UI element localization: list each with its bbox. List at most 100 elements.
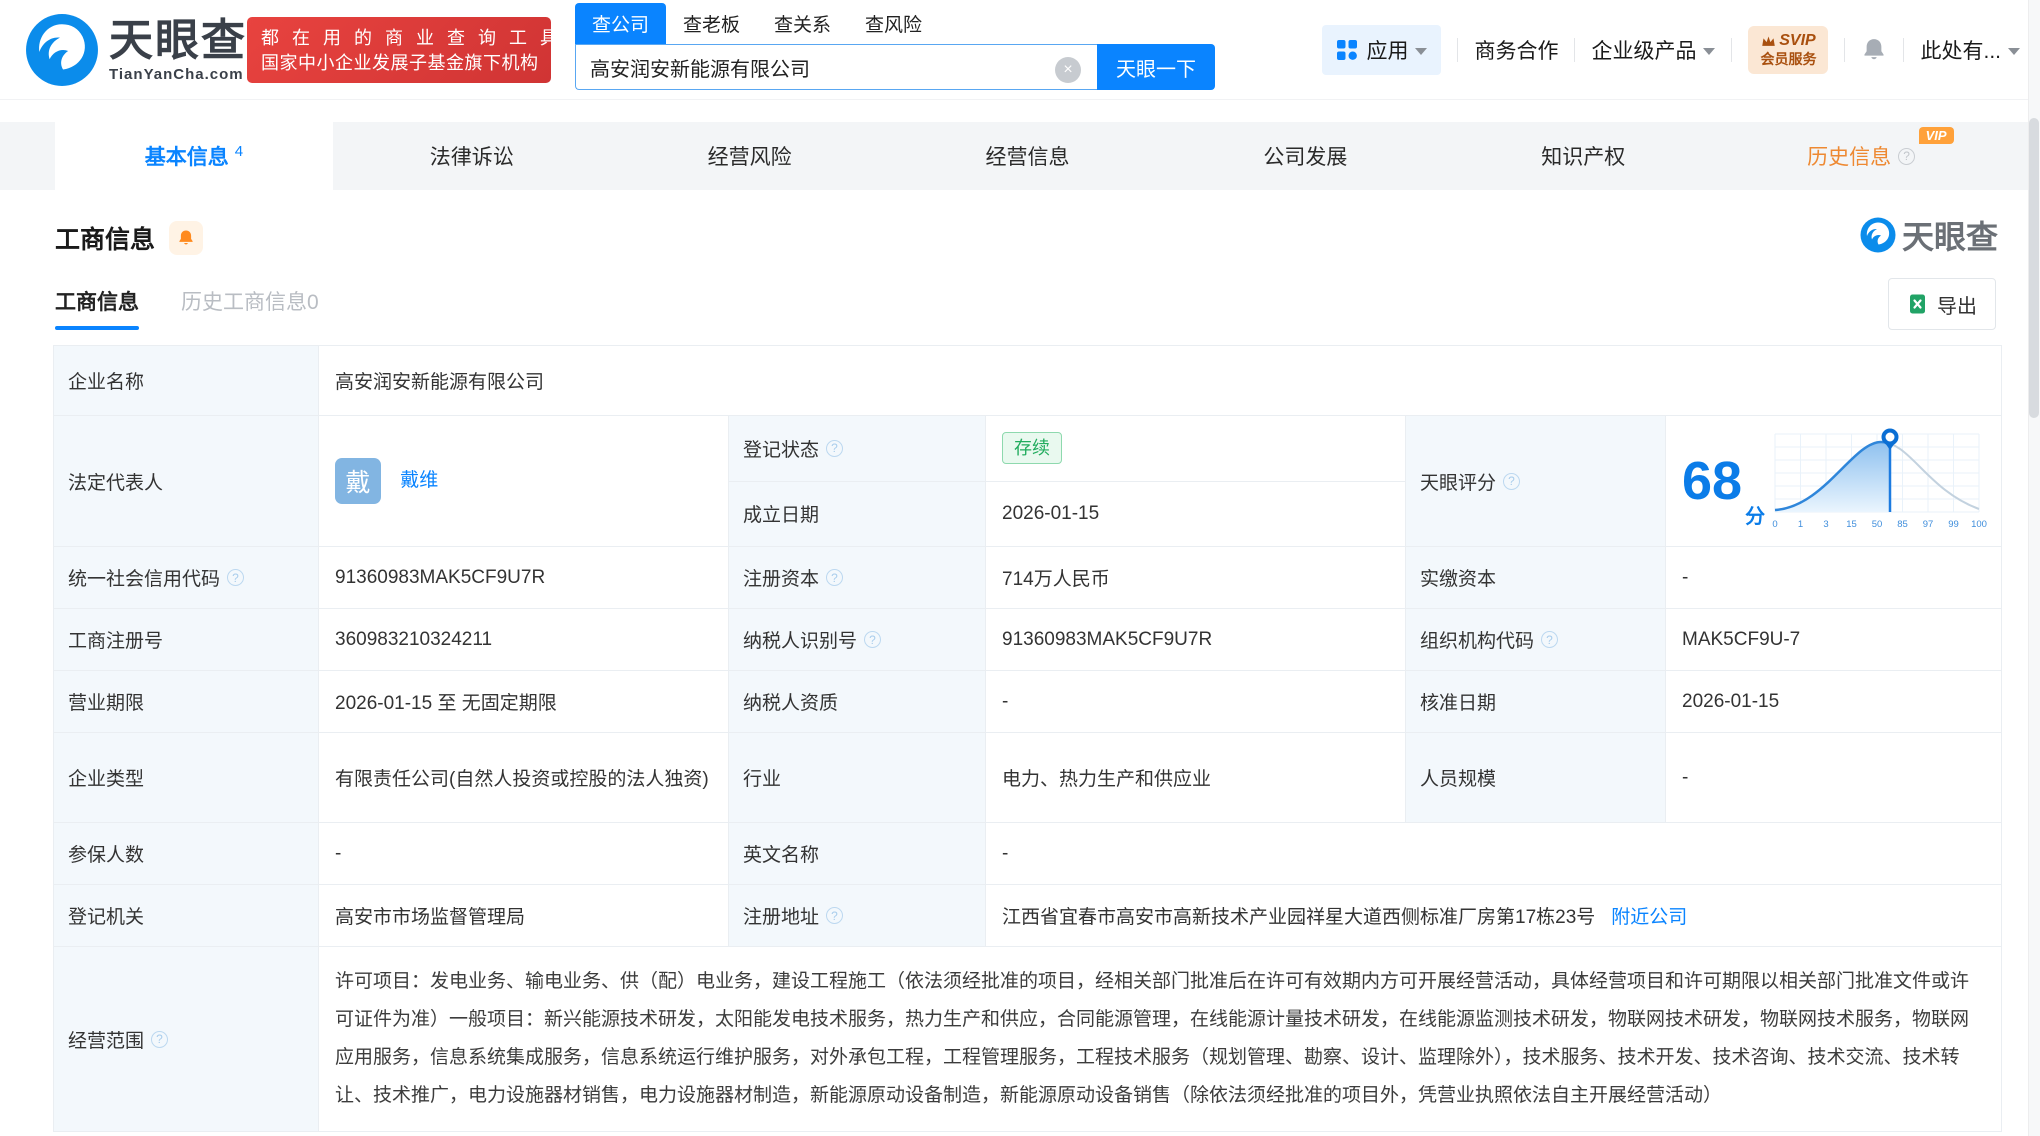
svip-membership-badge[interactable]: SVIP 会员服务 [1748, 26, 1829, 74]
field-label: 营业期限 [53, 670, 319, 733]
svg-text:100: 100 [1971, 519, 1987, 530]
brand-name: 天眼查 [109, 15, 247, 65]
tab-operating-info[interactable]: 经营信息 [889, 122, 1167, 190]
industry-value: 电力、热力生产和供应业 [985, 732, 1406, 823]
svg-text:50: 50 [1872, 519, 1883, 530]
credit-code-value: 91360983MAK5CF9U7R [318, 546, 729, 609]
field-label: 注册资本? [728, 546, 986, 609]
avatar[interactable]: 戴 [335, 458, 381, 504]
help-icon[interactable]: ? [227, 569, 245, 586]
site-logo[interactable]: 天眼查 TianYanCha.com [25, 13, 247, 87]
table-row: 经营范围? 许可项目：发电业务、输电业务、供（配）电业务，建设工程施工（依法须经… [53, 946, 2002, 1132]
establish-date-value: 2026-01-15 [985, 480, 1406, 547]
search-clear-icon[interactable]: × [1055, 57, 1081, 83]
business-scope-value: 许可项目：发电业务、输电业务、供（配）电业务，建设工程施工（依法须经批准的项目，… [318, 946, 2002, 1132]
header: 天眼查 TianYanCha.com 都 在 用 的 商 业 查 询 工 具 国… [0, 0, 2040, 100]
svg-text:99: 99 [1948, 519, 1959, 530]
help-icon[interactable]: ? [864, 631, 882, 648]
tab-basic-info[interactable]: 基本信息 4 [55, 122, 333, 190]
nav-enterprise-products[interactable]: 企业级产品 [1591, 35, 1716, 65]
search-tab-relation[interactable]: 查关系 [757, 3, 848, 44]
field-label: 英文名称 [728, 822, 986, 885]
score-value: 68 [1682, 451, 1743, 511]
help-icon[interactable]: ? [151, 1030, 169, 1048]
subtabs: 工商信息 历史工商信息0 [55, 286, 319, 330]
table-row: 法定代表人 戴 戴维 登记状态? 存续 天眼评分? 68 分 0 1 3 15 … [53, 415, 2002, 547]
score-unit: 分 [1745, 506, 1766, 528]
legal-rep-cell: 戴 戴维 [318, 415, 729, 547]
watermark-logo: 天眼查 [1860, 212, 1998, 258]
business-info-table: 企业名称 高安润安新能源有限公司 法定代表人 戴 戴维 登记状态? 存续 天眼评… [53, 345, 2002, 1132]
table-row: 统一社会信用代码? 91360983MAK5CF9U7R 注册资本? 714万人… [53, 546, 2002, 609]
brand-domain: TianYanCha.com [109, 65, 244, 83]
taxpayer-qualification-value: - [985, 670, 1406, 733]
tab-legal-litigation[interactable]: 法律诉讼 [333, 122, 611, 190]
table-row: 营业期限 2026-01-15 至 无固定期限 纳税人资质 - 核准日期 202… [53, 670, 2002, 733]
top-navigation: 应用 商务合作 企业级产品 SVIP 会员服务 此处有... [1322, 0, 2020, 100]
tab-operating-risk[interactable]: 经营风险 [611, 122, 889, 190]
nearby-companies-link[interactable]: 附近公司 [1611, 902, 1687, 929]
notification-bell-icon[interactable] [1861, 37, 1887, 63]
search-button[interactable]: 天眼一下 [1097, 44, 1215, 90]
help-icon[interactable]: ? [826, 569, 844, 586]
user-menu[interactable]: 此处有... [1920, 35, 2020, 65]
search-input[interactable] [575, 44, 1097, 90]
field-label: 行业 [728, 732, 986, 823]
help-icon[interactable]: ? [1503, 472, 1521, 490]
search-tab-company[interactable]: 查公司 [575, 3, 667, 44]
vip-badge: VIP [1918, 127, 1954, 144]
scrollbar-thumb[interactable] [2029, 118, 2039, 418]
table-row: 登记机关 高安市市场监督管理局 注册地址? 江西省宜春市高安市高新技术产业园祥星… [53, 884, 2002, 947]
help-icon[interactable]: ? [1898, 147, 1916, 165]
divider [1574, 38, 1576, 62]
table-row: 企业类型 有限责任公司(自然人投资或控股的法人独资) 行业 电力、热力生产和供应… [53, 732, 2002, 823]
field-label: 纳税人资质 [728, 670, 986, 733]
search-tab-boss[interactable]: 查老板 [666, 3, 757, 44]
reg-address-value: 江西省宜春市高安市高新技术产业园祥星大道西侧标准厂房第17栋23号 [1002, 907, 1596, 928]
field-label: 注册地址? [728, 884, 986, 947]
status-badge: 存续 [1002, 432, 1062, 465]
field-label: 核准日期 [1405, 670, 1666, 733]
scrollbar-track[interactable] [2028, 0, 2040, 1136]
orange-bell-icon [179, 230, 193, 245]
caret-down-icon [1703, 48, 1716, 55]
org-code-value: MAK5CF9U-7 [1665, 608, 2002, 671]
reg-authority-value: 高安市市场监督管理局 [318, 884, 729, 947]
tab-company-development[interactable]: 公司发展 [1166, 122, 1444, 190]
export-button[interactable]: 导出 [1888, 278, 1996, 330]
subtab-history-business-info[interactable]: 历史工商信息0 [181, 286, 319, 330]
field-label: 成立日期 [728, 480, 986, 547]
excel-icon [1910, 294, 1925, 314]
search-tab-risk[interactable]: 查风险 [848, 3, 939, 44]
field-label: 法定代表人 [53, 415, 319, 547]
subscribe-bell-button[interactable] [169, 221, 204, 255]
apps-menu[interactable]: 应用 [1322, 25, 1442, 75]
field-label: 纳税人识别号? [728, 608, 986, 671]
business-term-value: 2026-01-15 至 无固定期限 [318, 670, 729, 733]
svg-text:1: 1 [1798, 519, 1803, 530]
divider [1903, 38, 1905, 62]
section-title: 工商信息 [55, 226, 156, 254]
divider [1844, 38, 1846, 62]
field-label: 工商注册号 [53, 608, 319, 671]
field-label: 登记机关 [53, 884, 319, 947]
table-row: 参保人数 - 英文名称 - [53, 822, 2002, 885]
logo-icon [26, 14, 98, 86]
tab-intellectual-property[interactable]: 知识产权 [1444, 122, 1722, 190]
apps-label: 应用 [1366, 40, 1409, 63]
help-icon[interactable]: ? [1541, 631, 1559, 648]
legal-rep-link[interactable]: 戴维 [400, 470, 438, 491]
field-label: 经营范围? [53, 946, 319, 1132]
table-row: 工商注册号 360983210324211 纳税人识别号? 91360983MA… [53, 608, 2002, 671]
reg-address-cell: 江西省宜春市高安市高新技术产业园祥星大道西侧标准厂房第17栋23号 附近公司 [985, 884, 2002, 947]
tab-history-info[interactable]: VIP 历史信息 ? [1722, 122, 2000, 190]
tab-count-badge: 4 [234, 142, 244, 160]
help-icon[interactable]: ? [826, 907, 844, 924]
reg-capital-value: 714万人民币 [985, 546, 1406, 609]
subtab-business-info[interactable]: 工商信息 [55, 286, 139, 330]
nav-business-cooperation[interactable]: 商务合作 [1474, 35, 1558, 65]
help-icon[interactable]: ? [826, 439, 844, 457]
reg-number-value: 360983210324211 [318, 608, 729, 671]
field-label: 天眼评分? [1405, 415, 1666, 547]
divider [1457, 38, 1459, 62]
